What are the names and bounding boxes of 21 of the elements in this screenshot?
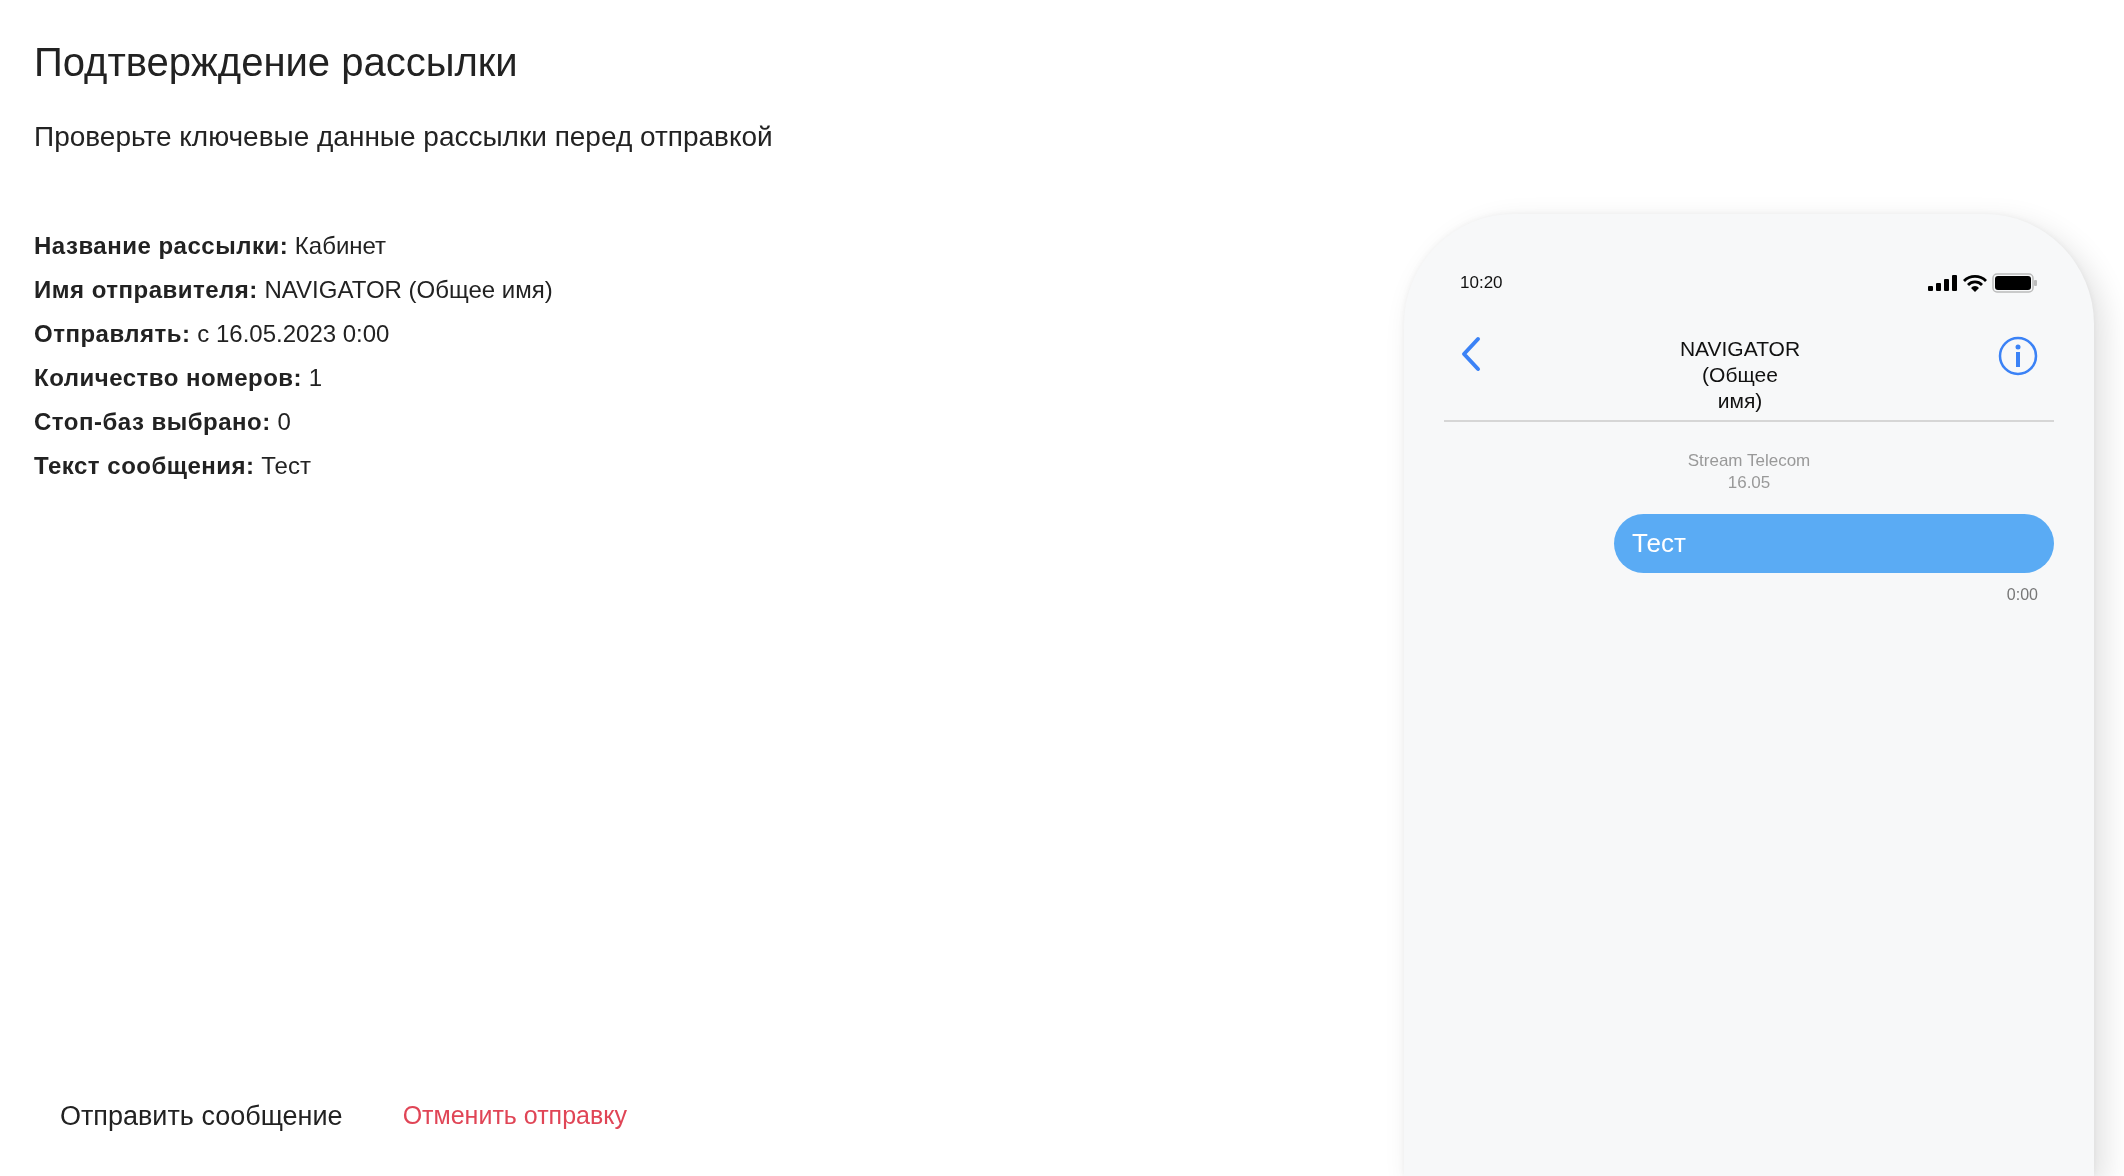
message-time: 0:00 bbox=[2005, 585, 2039, 606]
wifi-icon bbox=[1962, 273, 1988, 292]
detail-line: Стоп-баз выбрано: 0 bbox=[34, 407, 292, 437]
message-date: 16.05 bbox=[1726, 472, 1772, 495]
contact-name: NAVIGATOR (Общее имя) bbox=[1679, 335, 1801, 414]
cancel-link[interactable]: Отменить отправку bbox=[402, 1095, 627, 1136]
detail-line: Название рассылки: Кабинет bbox=[34, 231, 388, 261]
battery-icon bbox=[1992, 272, 2038, 293]
detail-line: Количество номеров: 1 bbox=[34, 363, 324, 393]
signal-icon bbox=[1928, 274, 1958, 291]
detail-line: Текст сообщения: Тест bbox=[34, 451, 312, 481]
detail-line: Имя отправителя: NAVIGATOR (Общее имя) bbox=[34, 275, 554, 305]
sender-name: Stream Telecom bbox=[1686, 450, 1812, 473]
back-icon[interactable] bbox=[1460, 335, 1482, 372]
message-bubble: Тест bbox=[1614, 514, 2054, 574]
status-time: 10:20 bbox=[1460, 272, 1503, 294]
detail-line: Отправлять: с 16.05.2023 0:00 bbox=[34, 319, 391, 349]
page-title: Подтверждение рассылки bbox=[34, 39, 519, 86]
info-icon[interactable] bbox=[1998, 335, 2038, 376]
page-subtitle: Проверьте ключевые данные рассылки перед отправкой bbox=[34, 120, 774, 154]
send-button[interactable]: Отправить сообщение bbox=[60, 1095, 343, 1136]
